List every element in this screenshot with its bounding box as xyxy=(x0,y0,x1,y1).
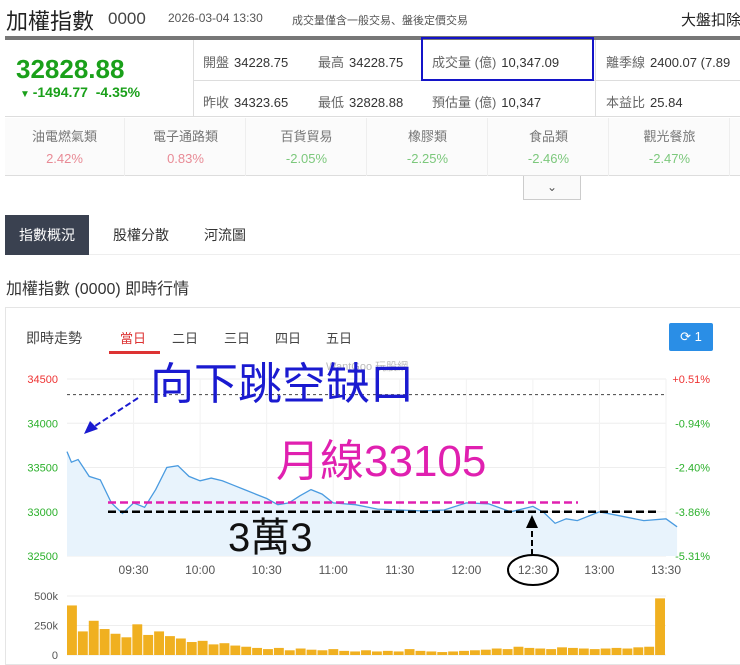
volume-bar xyxy=(600,648,611,655)
volume-bar xyxy=(535,648,546,655)
x-tick-label: 10:00 xyxy=(185,563,215,577)
volume-bar xyxy=(165,636,175,655)
volume-tick-label: 500k xyxy=(34,591,58,603)
y-tick-label: 33500 xyxy=(27,463,58,475)
x-tick-label: 13:00 xyxy=(584,563,614,577)
volume-bar xyxy=(143,634,154,655)
volume-bar xyxy=(284,650,295,655)
volume-bar xyxy=(263,649,273,655)
annotation-level: 3萬3 xyxy=(228,516,313,560)
volume-bar xyxy=(404,649,415,655)
volume-bar xyxy=(339,650,350,655)
volume-bar xyxy=(230,645,241,655)
volume-bar xyxy=(99,629,110,655)
intraday-chart: 34500 +0.51% 34000 -0.94% 33500 -2.40% 33000 -3… xyxy=(27,374,710,662)
volume-bar xyxy=(513,646,524,655)
volume-bar xyxy=(567,647,578,655)
volume-bar xyxy=(415,650,426,655)
annotation-gap: 向下跳空缺口 xyxy=(150,360,414,409)
volume-bar xyxy=(361,650,371,655)
x-tick-label: 10:30 xyxy=(252,563,282,577)
volume-bar xyxy=(633,647,644,655)
volume-bar xyxy=(382,650,393,655)
volume-bar xyxy=(371,651,382,655)
volume-bar xyxy=(88,620,99,655)
volume-bar xyxy=(252,647,263,655)
x-tick-label: 11:00 xyxy=(319,563,348,577)
volume-bar xyxy=(655,598,665,655)
volume-bar xyxy=(121,637,132,655)
x-tick-label: 13:30 xyxy=(651,563,681,577)
y-tick-label: 34000 xyxy=(27,418,58,430)
y-tick-label: 33000 xyxy=(27,507,58,519)
x-tick-label: 11:30 xyxy=(385,563,414,577)
volume-bar xyxy=(273,647,284,655)
volume-bar xyxy=(644,646,655,655)
volume-bar xyxy=(448,651,459,655)
volume-bar xyxy=(524,647,535,655)
x-tick-label: 12:30 xyxy=(518,563,548,577)
volume-bar xyxy=(154,631,165,655)
volume-bar xyxy=(197,640,208,655)
volume-bar xyxy=(110,633,121,655)
volume-bar xyxy=(350,651,361,655)
volume-bar xyxy=(578,648,589,655)
volume-bar xyxy=(208,644,219,655)
volume-bar xyxy=(622,648,633,655)
volume-bar xyxy=(491,648,502,655)
volume-bar xyxy=(589,649,600,655)
volume-bar xyxy=(67,605,77,655)
y-right-tick-label: -5.31% xyxy=(675,551,710,563)
y-right-tick-label: +0.51% xyxy=(672,374,710,386)
volume-bar xyxy=(459,650,469,655)
annotation-monthly-ma: 月線33105 xyxy=(276,437,487,486)
volume-bar xyxy=(186,642,197,655)
volume-tick-label: 0 xyxy=(52,650,58,662)
volume-tick-label: 250k xyxy=(34,621,58,633)
volume-bar xyxy=(77,631,88,655)
volume-bar xyxy=(546,649,557,655)
volume-bar xyxy=(306,649,317,655)
volume-bar xyxy=(557,647,567,655)
y-tick-label: 32500 xyxy=(27,551,58,563)
volume-bar xyxy=(469,650,480,655)
volume-bar xyxy=(219,643,230,655)
volume-bar xyxy=(132,624,143,655)
volume-bar xyxy=(241,646,252,655)
volume-bar xyxy=(317,650,328,655)
volume-bar xyxy=(426,651,437,655)
y-right-tick-label: -0.94% xyxy=(675,418,710,430)
volume-bar xyxy=(175,638,186,655)
volume-bar xyxy=(437,652,448,655)
volume-bar xyxy=(611,647,622,655)
x-tick-label: 09:30 xyxy=(119,563,149,577)
volume-bar xyxy=(480,649,491,655)
y-tick-label: 34500 xyxy=(27,374,58,386)
x-tick-label: 12:00 xyxy=(451,563,481,577)
y-right-tick-label: -2.40% xyxy=(675,463,710,475)
y-right-tick-label: -3.86% xyxy=(675,507,710,519)
volume-bar xyxy=(393,651,404,655)
volume-bar xyxy=(328,649,339,655)
volume-bar xyxy=(295,648,306,655)
volume-bar xyxy=(502,649,513,655)
